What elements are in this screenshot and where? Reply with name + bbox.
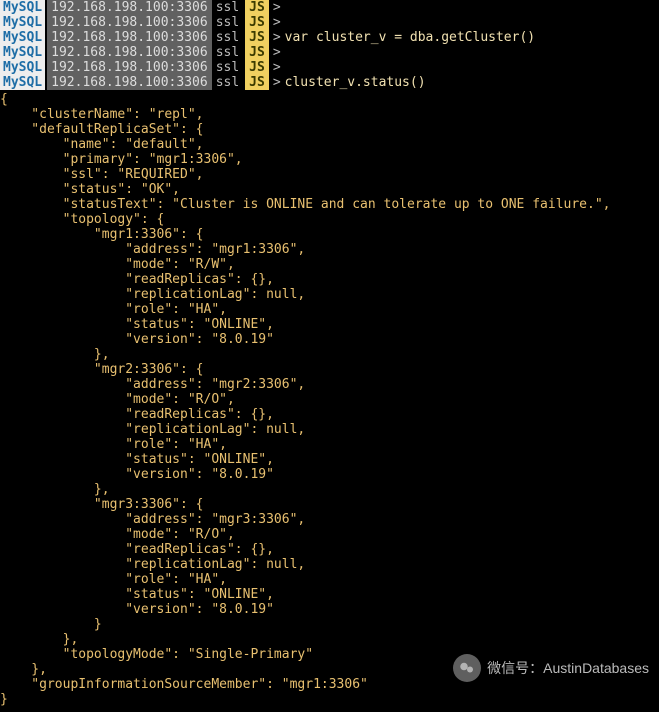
mysql-tag: MySQL [0,0,45,15]
ssl-tag: ssl [216,15,239,30]
prompt-arrow: > [273,15,281,30]
prompt-arrow: > [273,0,281,15]
mysql-tag: MySQL [0,15,45,30]
js-tag: JS [245,0,269,15]
ssl-tag: ssl [216,45,239,60]
mysql-tag: MySQL [0,60,45,75]
command-text[interactable]: cluster_v.status() [285,75,426,90]
ssl-tag: ssl [216,30,239,45]
js-tag: JS [245,75,269,90]
host-tag: 192.168.198.100:3306 [47,15,212,30]
ssl-tag: ssl [216,60,239,75]
watermark-text: 微信号：AustinDatabases [487,661,649,676]
cluster-status-output: { "clusterName": "repl", "defaultReplica… [0,90,659,707]
mysql-tag: MySQL [0,30,45,45]
mysql-tag: MySQL [0,45,45,60]
host-tag: 192.168.198.100:3306 [47,75,212,90]
prompt-area[interactable]: MySQL192.168.198.100:3306sslJS>MySQL192.… [0,0,659,90]
prompt-row[interactable]: MySQL192.168.198.100:3306 ssl JS > cluster_v… [0,75,659,90]
js-tag: JS [245,45,269,60]
wechat-icon [453,654,481,682]
mysql-tag: MySQL [0,75,45,90]
prompt-arrow: > [273,75,281,90]
prompt-arrow: > [273,60,281,75]
prompt-arrow: > [273,30,281,45]
prompt-arrow: > [273,45,281,60]
terminal-window: MySQL192.168.198.100:3306sslJS>MySQL192.… [0,0,659,712]
ssl-tag: ssl [216,75,239,90]
js-tag: JS [245,30,269,45]
host-tag: 192.168.198.100:3306 [47,0,212,15]
host-tag: 192.168.198.100:3306 [47,60,212,75]
host-tag: 192.168.198.100:3306 [47,45,212,60]
prompt-row[interactable]: MySQL192.168.198.100:3306 ssl JS > var clust… [0,30,659,45]
prompt-row[interactable]: MySQL192.168.198.100:3306 ssl JS > [0,15,659,30]
js-tag: JS [245,60,269,75]
js-tag: JS [245,15,269,30]
watermark: 微信号：AustinDatabases [453,654,649,682]
command-text[interactable]: var cluster_v = dba.getCluster() [285,30,535,45]
host-tag: 192.168.198.100:3306 [47,30,212,45]
ssl-tag: ssl [216,0,239,15]
prompt-row[interactable]: MySQL192.168.198.100:3306 ssl JS > [0,45,659,60]
prompt-row[interactable]: MySQL192.168.198.100:3306 ssl JS > [0,0,659,15]
prompt-row[interactable]: MySQL192.168.198.100:3306 ssl JS > [0,60,659,75]
